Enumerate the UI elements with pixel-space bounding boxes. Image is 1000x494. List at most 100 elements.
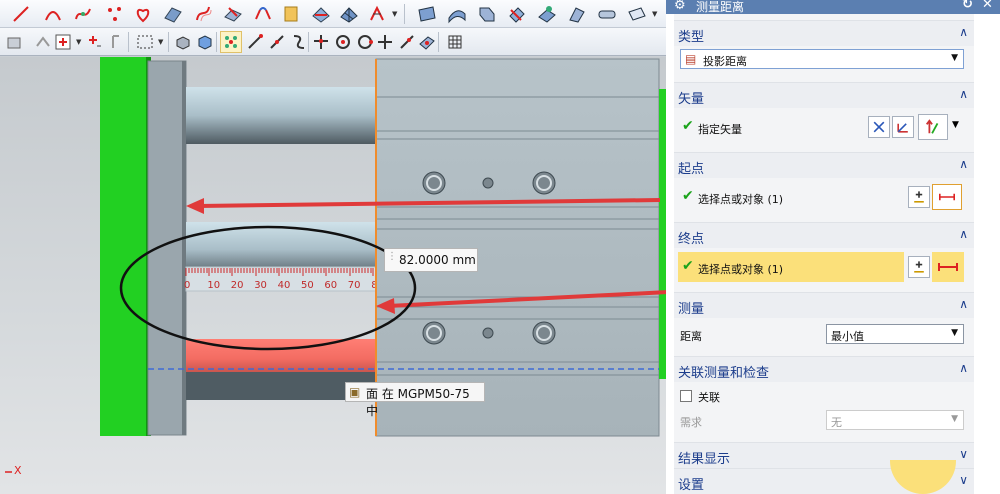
requirement-label: 需求: [680, 416, 702, 429]
end-point-icon[interactable]: [244, 31, 266, 53]
quadrant-point-icon[interactable]: [354, 31, 376, 53]
extract-icon[interactable]: [280, 3, 302, 25]
chevron-up-icon[interactable]: ∧: [959, 227, 968, 241]
project-curve-icon[interactable]: [222, 3, 244, 25]
cube-icon[interactable]: [194, 31, 216, 53]
chevron-down-icon[interactable]: ▼: [952, 120, 959, 130]
toolbar-separator: [168, 32, 169, 52]
point-on-curve-icon[interactable]: [396, 31, 418, 53]
infer-vector-button[interactable]: [892, 116, 914, 138]
vector-dialog-button[interactable]: [868, 116, 890, 138]
grid-icon[interactable]: [444, 31, 466, 53]
dropdown-caret-icon[interactable]: ▼: [392, 10, 397, 18]
close-icon[interactable]: ✕: [982, 0, 993, 12]
toolbar-separator: [438, 32, 439, 52]
existing-point-icon[interactable]: [374, 31, 396, 53]
axis-label: X: [14, 464, 22, 477]
chevron-down-icon[interactable]: ▼: [951, 414, 958, 424]
check-icon: ✔: [682, 188, 694, 204]
sweep-icon[interactable]: [566, 3, 588, 25]
type-select[interactable]: ▤ 投影距离 ▼: [680, 49, 964, 69]
ruler-tick-label: 40: [278, 280, 291, 291]
select-feature-icon[interactable]: [108, 31, 130, 53]
vector-type-button[interactable]: [918, 114, 948, 140]
gear-icon[interactable]: ⚙: [674, 0, 686, 13]
chevron-down-icon[interactable]: ▼: [951, 53, 958, 63]
point-select-button[interactable]: [932, 184, 962, 210]
chevron-up-icon[interactable]: ∧: [959, 157, 968, 171]
section-type[interactable]: 类型 ∧: [674, 20, 974, 46]
chevron-up-icon[interactable]: ∧: [959, 297, 968, 311]
section-type-label: 类型: [678, 30, 705, 45]
requirement-select[interactable]: 无 ▼: [826, 410, 964, 430]
graphics-viewport[interactable]: 01020304050607080 ⋮ 82.0000 mm: [0, 57, 666, 494]
solid-body-icon[interactable]: [172, 31, 194, 53]
dialog-body: 类型 ∧ ▤ 投影距离 ▼ 矢量 ∧ ✔ 指定矢量 ▼ 起点 ∧ ✔ 选择点或对…: [674, 14, 974, 494]
surface-icon[interactable]: [162, 3, 184, 25]
section-start-point[interactable]: 起点 ∧: [674, 152, 974, 178]
chevron-up-icon[interactable]: ∧: [959, 25, 968, 39]
snap-grid-icon[interactable]: [220, 31, 242, 53]
arc-icon[interactable]: [42, 3, 64, 25]
bridge-curve-icon[interactable]: [252, 3, 274, 25]
section-vector[interactable]: 矢量 ∧: [674, 82, 974, 108]
ruler-tick-label: 20: [231, 280, 244, 291]
chevron-down-icon[interactable]: ∨: [959, 473, 968, 487]
trim-surface-icon[interactable]: [506, 3, 528, 25]
point-dialog-button[interactable]: [908, 256, 930, 278]
section-vector-label: 矢量: [678, 92, 705, 107]
intersection-point-icon[interactable]: [310, 31, 332, 53]
mesh-surface-icon[interactable]: [338, 3, 360, 25]
assembly-filter-icon[interactable]: [4, 31, 26, 53]
curve-fit-icon[interactable]: [72, 3, 94, 25]
section-measure[interactable]: 测量 ∧: [674, 292, 974, 318]
intersect-curve-icon[interactable]: [310, 3, 332, 25]
isoparametric-icon[interactable]: [366, 3, 388, 25]
point-on-face-icon[interactable]: [416, 31, 438, 53]
reset-icon[interactable]: ↻: [962, 0, 973, 12]
ruler-tick-label: 60: [324, 280, 337, 291]
tube-icon[interactable]: [596, 3, 618, 25]
box-select-icon[interactable]: [134, 31, 156, 53]
point-dialog-button[interactable]: [908, 186, 930, 208]
face-icon[interactable]: [416, 3, 438, 25]
section-end-point[interactable]: 终点 ∧: [674, 222, 974, 248]
heart-curve-icon[interactable]: [132, 3, 154, 25]
snap-settings-icon[interactable]: [32, 31, 54, 53]
section-associative[interactable]: 关联测量和检查 ∧: [674, 356, 974, 382]
curve-point-icon[interactable]: [288, 31, 310, 53]
distance-select[interactable]: 最小值 ▼: [826, 324, 964, 344]
cylinder-model-drawing: 01020304050607080: [5, 57, 666, 473]
ruler-tick-label: 70: [348, 280, 361, 291]
chevron-down-icon[interactable]: ∨: [959, 447, 968, 461]
end-select-label[interactable]: 选择点或对象 (1): [698, 261, 783, 277]
point-on-surface-icon[interactable]: [536, 3, 558, 25]
dropdown-caret-icon[interactable]: ▼: [76, 38, 81, 46]
chevron-down-icon[interactable]: ▼: [951, 328, 958, 338]
add-point-icon[interactable]: [84, 31, 106, 53]
mid-point-icon[interactable]: [266, 31, 288, 53]
selection-filter-icon[interactable]: [52, 31, 74, 53]
associative-checkbox[interactable]: [680, 390, 692, 402]
arc-center-icon[interactable]: [332, 31, 354, 53]
distance-label: 距离: [680, 330, 702, 343]
swept-surface-icon[interactable]: [446, 3, 468, 25]
face-icon: ▣: [349, 385, 361, 399]
section-measure-label: 测量: [678, 302, 705, 317]
section-start-label: 起点: [678, 162, 705, 177]
green-plate: [100, 57, 150, 436]
dropdown-caret-icon[interactable]: ▼: [158, 38, 163, 46]
point-set-icon[interactable]: [104, 3, 126, 25]
toolbar-row-1: ▼ ▼: [0, 0, 666, 28]
line-icon[interactable]: [10, 3, 32, 25]
type-select-value: 投影距离: [703, 55, 747, 68]
chevron-up-icon[interactable]: ∧: [959, 87, 968, 101]
point-select-button[interactable]: [936, 257, 960, 277]
requirement-select-value: 无: [831, 416, 842, 429]
offset-curve-icon[interactable]: [192, 3, 214, 25]
dropdown-caret-icon[interactable]: ▼: [652, 10, 657, 18]
chevron-up-icon[interactable]: ∧: [959, 361, 968, 375]
blend-surface-icon[interactable]: [476, 3, 498, 25]
face-tooltip: ▣ 面 在 MGPM50-75 中: [345, 382, 485, 418]
sheet-icon[interactable]: [626, 3, 648, 25]
